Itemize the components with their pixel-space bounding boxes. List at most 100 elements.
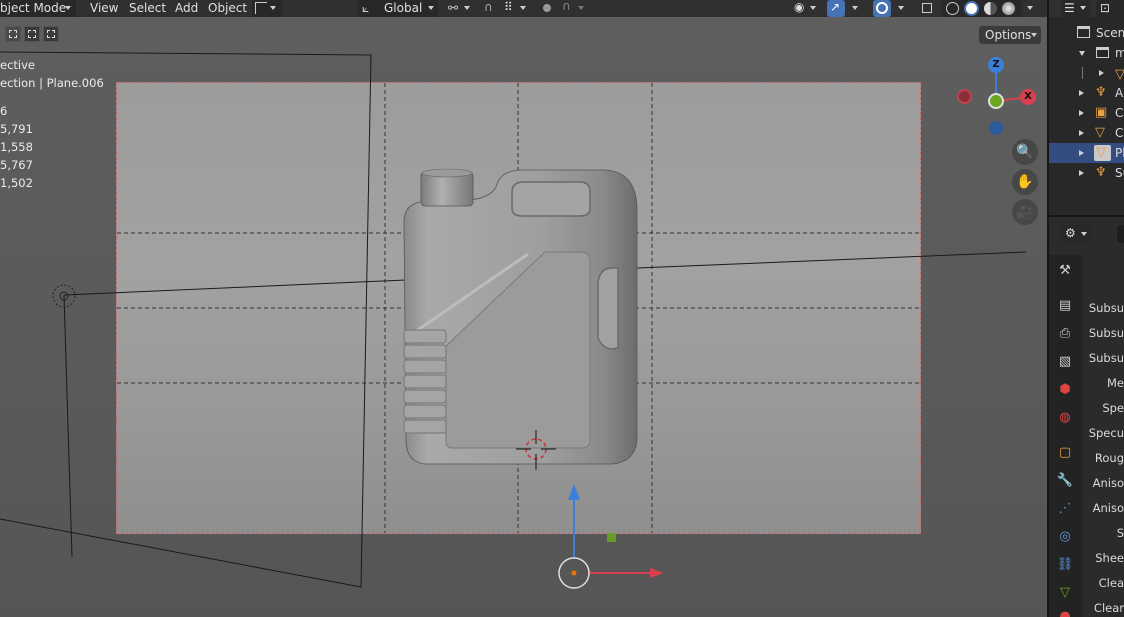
expand-arrow-icon[interactable] [1079,51,1085,56]
outliner-scene-row[interactable]: Scene [1049,23,1124,43]
editor-type-dropdown[interactable]: ⚙ [1061,225,1091,243]
pan-hand-icon[interactable]: ✋ [1012,169,1038,195]
stat-faces: 5,767 [0,158,33,172]
chevron-down-icon [810,6,816,10]
object-tab-icon[interactable]: ▢ [1055,443,1075,463]
menu-object[interactable]: Object [208,0,247,17]
rendered-shading-icon[interactable] [1002,2,1015,15]
view-layer-tab-icon[interactable]: ▧ [1055,352,1075,372]
overlays-icon [876,2,888,14]
properties-search-field[interactable] [1117,225,1124,243]
orientation-label: Global [384,1,423,15]
outliner-item-label: Ca [1115,106,1124,120]
magnet-icon: ∩ [484,0,493,14]
property-label: Roug [1094,451,1124,465]
outliner-row-armature[interactable]: ♆ Ar [1049,83,1124,103]
expand-arrow-icon[interactable] [1079,170,1084,176]
wireframe-shading-icon[interactable] [946,2,959,15]
menu-view[interactable]: View [90,0,118,17]
material-tab-icon[interactable]: ● [1055,607,1075,617]
outliner-header: ☰ ⊡ [1049,0,1124,17]
visibility-dropdown[interactable]: ◉ [792,0,822,17]
outliner-item-label: Su [1115,166,1124,180]
data-tab-icon[interactable]: ▽ [1055,583,1075,603]
viewport-info-overlay: ective ection | Plane.006 6 5,791 1,558 … [0,56,104,192]
property-label: Subsu [1088,326,1124,340]
outliner-panel: ☰ ⊡ Scene m ▽ ♆ Ar ▣ Ca ▽ Cy ▽ Pl [1047,0,1124,215]
particles-tab-icon[interactable]: ⋰ [1055,499,1075,519]
property-label: Aniso [1092,476,1124,490]
camera-view-icon[interactable]: 🎥 [1012,199,1038,225]
filter-dropdown[interactable]: ⊡ [1096,0,1124,17]
outliner-row-camera[interactable]: ▣ Ca [1049,103,1124,123]
scene-collection-icon [1077,26,1090,38]
outliner-row-sun[interactable]: ♆ Su [1049,163,1124,183]
options-dropdown[interactable]: Options [979,26,1041,44]
select-extend-icon[interactable] [24,26,40,42]
chevron-down-icon[interactable] [852,6,858,10]
chevron-down-icon [65,6,71,10]
pivot-dropdown[interactable]: ⚯ [446,0,476,17]
chevron-down-icon [1081,232,1087,236]
property-label: Clear [1093,601,1124,615]
scene-tab-icon[interactable]: ⬢ [1055,380,1075,400]
viewport-header: bject Mode View Select Add Object ⟀ Glob… [0,0,1047,17]
y-axis-ball[interactable] [988,93,1004,109]
filter-icon: ⊡ [1100,1,1111,15]
snap-target-dropdown[interactable]: ⠿ [502,0,532,17]
jerry-can-model[interactable] [403,168,638,465]
snap-toggle[interactable]: ∩ [481,0,499,17]
world-tab-icon[interactable]: ◍ [1055,408,1075,428]
menu-add[interactable]: Add [175,0,198,17]
render-tab-icon[interactable]: ▤ [1055,296,1075,316]
neg-x-axis-ball[interactable] [957,89,972,104]
menu-select[interactable]: Select [129,0,166,17]
xray-toggle[interactable] [919,0,937,17]
mode-dropdown[interactable]: bject Mode [0,0,76,17]
expand-arrow-icon[interactable] [1079,110,1084,116]
options-label: Options [985,28,1032,42]
3d-viewport[interactable]: bject Mode View Select Add Object ⟀ Glob… [0,0,1047,617]
select-subtract-icon[interactable] [43,26,59,42]
select-new-icon[interactable] [5,26,21,42]
property-label: Subsu [1088,301,1124,315]
expand-arrow-icon[interactable] [1079,130,1084,136]
falloff-curve-icon: ∩ [562,0,571,13]
falloff-dropdown[interactable]: ∩ [560,0,590,17]
transform-gizmo[interactable] [558,484,664,589]
property-label: Specu [1088,426,1124,440]
orientation-dropdown[interactable]: ⟀ Global [358,0,438,17]
scene-label: Scene [1096,26,1124,40]
outliner-row-object[interactable]: ▽ [1049,63,1124,83]
physics-tab-icon[interactable]: ◎ [1055,527,1075,547]
expand-arrow-icon[interactable] [1099,70,1104,76]
display-mode-dropdown[interactable]: ☰ [1061,0,1091,17]
constraints-tab-icon[interactable]: ⛓ [1055,555,1075,575]
object-type-dropdown[interactable] [252,0,282,17]
overlays-toggle[interactable] [873,0,891,17]
modifier-wrench-icon[interactable]: 🔧 [1055,471,1075,491]
outliner-row-collection[interactable]: m [1049,43,1124,63]
proportional-edit-toggle[interactable] [539,0,557,17]
chevron-down-icon[interactable] [1027,6,1033,10]
solid-shading-icon[interactable] [966,3,977,14]
stat-triangles: 1,502 [0,176,33,190]
outliner-row-cylinder[interactable]: ▽ Cy [1049,123,1124,143]
chevron-down-icon [1080,6,1086,10]
dot-icon [543,4,551,12]
chevron-down-icon [520,6,526,10]
expand-arrow-icon[interactable] [1079,150,1084,156]
zoom-icon[interactable]: 🔍 [1012,139,1038,165]
tree-line [1082,67,1083,79]
outliner-item-label: Ar [1115,86,1124,100]
stat-vertices: 5,791 [0,122,33,136]
outliner-item-label: Pl [1115,146,1124,160]
output-tab-icon[interactable]: ⎙ [1055,324,1075,344]
tool-tab-icon[interactable]: ⚒ [1055,261,1075,281]
expand-arrow-icon[interactable] [1079,90,1084,96]
material-shading-icon[interactable] [984,2,997,15]
chevron-down-icon[interactable] [898,6,904,10]
gizmo-toggle[interactable]: ↗ [827,0,845,17]
neg-z-axis-ball[interactable] [989,121,1003,135]
outliner-row-plane[interactable]: ▽ Pl [1049,143,1124,163]
